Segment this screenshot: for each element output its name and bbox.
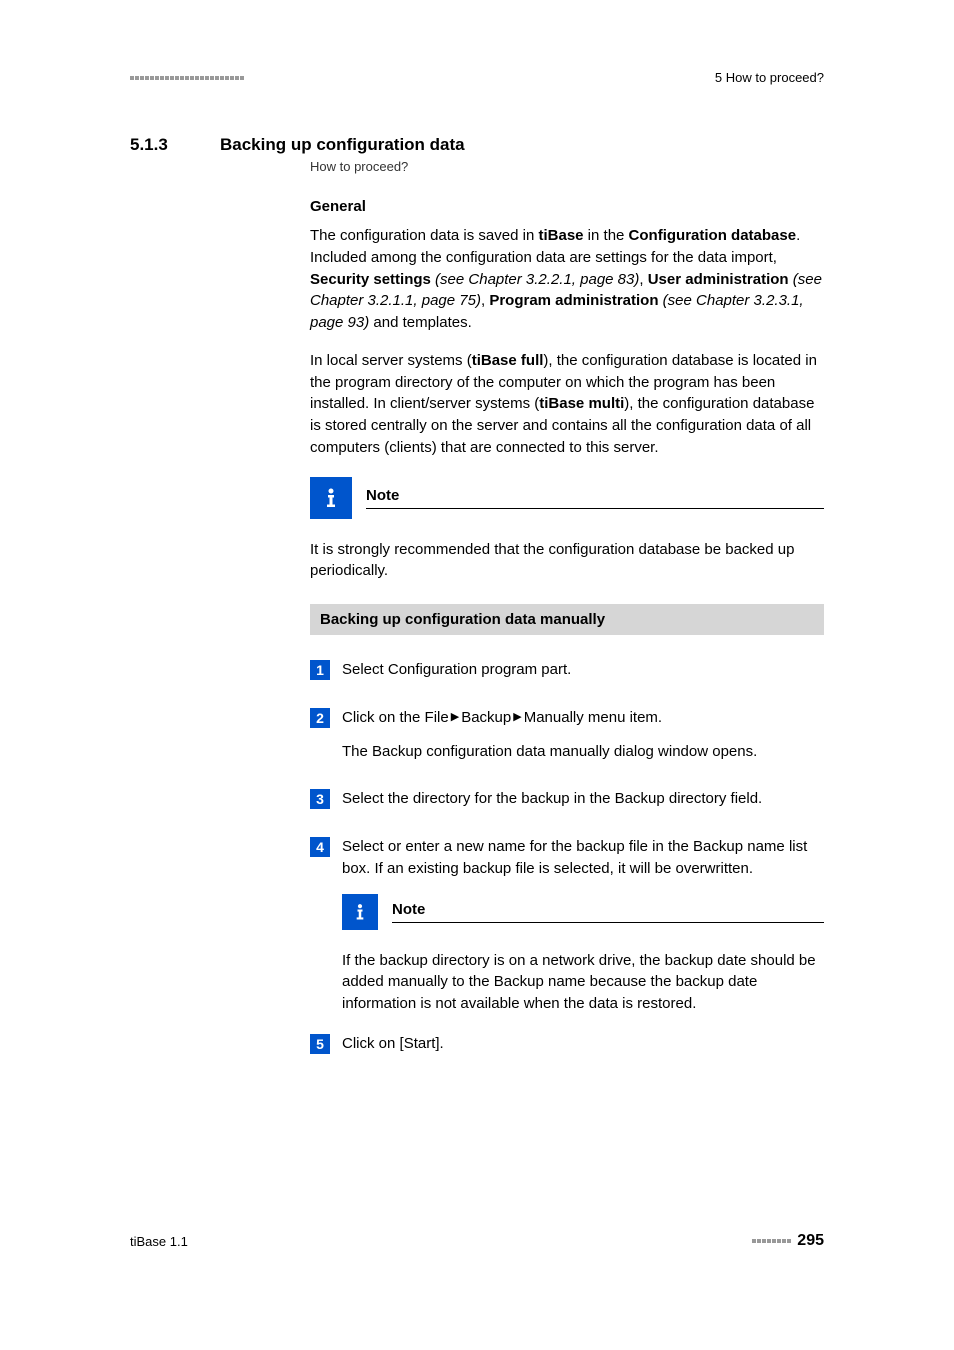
note-body-1: It is strongly recommended that the conf…: [310, 539, 824, 583]
decorative-squares-left: [130, 76, 244, 80]
step-number-2: 2: [310, 708, 330, 728]
note-block-1: Note It is strongly recommended that the…: [310, 477, 824, 583]
section-title: Backing up configuration data: [220, 135, 465, 155]
general-paragraph-2: In local server systems (tiBase full), t…: [310, 350, 824, 459]
breadcrumb: How to proceed?: [310, 159, 824, 174]
decorative-squares-right: [752, 1239, 791, 1243]
step-1: 1 Select Configuration program part.: [310, 659, 824, 681]
general-heading: General: [310, 198, 824, 215]
info-icon: [310, 477, 352, 519]
step-number-1: 1: [310, 660, 330, 680]
note-title: Note: [366, 487, 824, 509]
manual-backup-heading: Backing up configuration data manually: [310, 604, 824, 635]
section-number: 5.1.3: [130, 135, 220, 155]
step-5: 5 Click on [Start].: [310, 1033, 824, 1055]
page-footer: tiBase 1.1 295: [130, 1232, 824, 1250]
step-number-5: 5: [310, 1034, 330, 1054]
page-number: 295: [797, 1232, 824, 1250]
step-number-4: 4: [310, 837, 330, 857]
step-3: 3 Select the directory for the backup in…: [310, 788, 824, 810]
general-paragraph-1: The configuration data is saved in tiBas…: [310, 225, 824, 334]
footer-left: tiBase 1.1: [130, 1234, 188, 1249]
running-header: 5 How to proceed?: [130, 70, 824, 85]
running-header-text: 5 How to proceed?: [715, 70, 824, 85]
info-icon: [342, 894, 378, 930]
note-title: Note: [392, 901, 824, 923]
note-body-2: If the backup directory is on a network …: [342, 950, 824, 1015]
note-block-2: Note If the backup directory is on a net…: [342, 894, 824, 1015]
step-number-3: 3: [310, 789, 330, 809]
step-4: 4 Select or enter a new name for the bac…: [310, 836, 824, 880]
step-2: 2 Click on the File▶Backup▶Manually menu…: [310, 707, 824, 763]
section-heading: 5.1.3 Backing up configuration data: [130, 135, 824, 155]
